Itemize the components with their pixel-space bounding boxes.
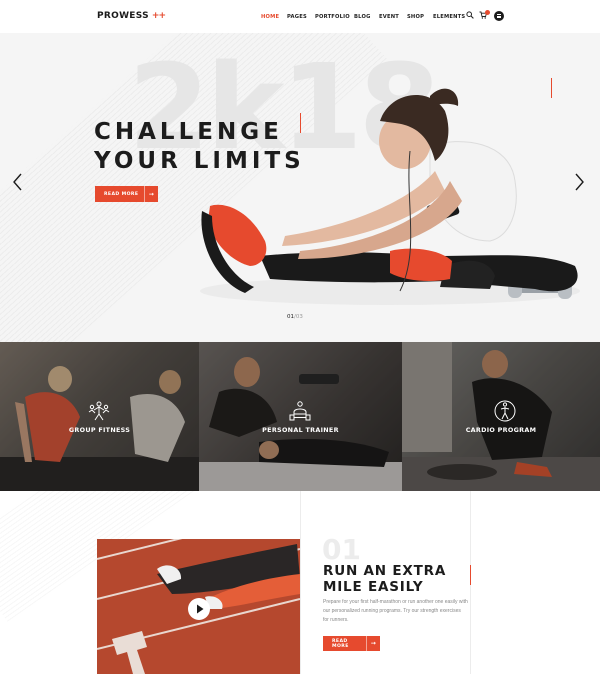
chevron-left-icon[interactable] — [11, 171, 25, 193]
feature-number: 01 — [322, 533, 361, 566]
service-label-group-fitness: GROUP FITNESS — [68, 426, 131, 434]
nav-item-elements[interactable]: ELEMENTS — [433, 14, 465, 20]
logo-mark: ++ — [151, 11, 166, 21]
nav-item-blog[interactable]: BLOG — [354, 14, 371, 20]
logo-text: PROWESS — [97, 11, 149, 21]
nav-item-event[interactable]: EVENT — [379, 14, 399, 20]
cardio-program-icon — [494, 400, 516, 422]
nav-item-pages[interactable]: PAGES — [287, 14, 307, 20]
service-label-cardio-program: CARDIO PROGRAM — [465, 426, 537, 434]
arrow-right-icon: → — [144, 186, 158, 202]
nav-item-home[interactable]: HOME — [261, 14, 279, 20]
service-card-cardio-program[interactable]: CARDIO PROGRAM — [402, 342, 600, 491]
feature-read-more-label: READ MORE — [332, 638, 349, 649]
hero-slider: 2k18 CHALLENGE YOUR LIMITS READ MORE → 0… — [0, 33, 600, 342]
group-fitness-icon — [88, 401, 110, 421]
service-card-personal-trainer[interactable]: PERSONAL TRAINER — [199, 342, 402, 491]
hero-read-more-button[interactable]: READ MORE → — [95, 186, 158, 202]
feature-section: 01 RUN AN EXTRA MILE EASILY Prepare for … — [0, 491, 600, 674]
nav-item-portfolio[interactable]: PORTFOLIO — [315, 14, 350, 20]
play-icon[interactable] — [188, 598, 210, 620]
services-strip: GROUP FITNESS PERSONAL TRAINER CARDIO PR… — [0, 342, 600, 491]
feature-title-line-2: MILE EASILY — [323, 579, 424, 595]
feature-description: Prepare for your first half-marathon or … — [323, 599, 468, 623]
service-card-group-fitness[interactable]: GROUP FITNESS — [0, 342, 199, 491]
hero-title-line-1: CHALLENGE — [94, 119, 283, 145]
feature-divider — [300, 491, 301, 674]
site-header: PROWESS ++ HOME PAGES PORTFOLIO BLOG EVE… — [0, 0, 600, 33]
slide-counter-total: /03 — [294, 314, 303, 320]
search-icon[interactable] — [466, 11, 474, 19]
hero-athlete-image — [200, 88, 580, 305]
feature-accent-line — [470, 565, 471, 585]
chevron-right-icon[interactable] — [572, 171, 586, 193]
service-label-personal-trainer: PERSONAL TRAINER — [262, 426, 339, 434]
hero-read-more-label: READ MORE — [104, 191, 139, 197]
nav-item-shop[interactable]: SHOP — [407, 14, 424, 20]
hero-title-line-2: YOUR LIMITS — [94, 148, 305, 174]
cart-badge — [485, 10, 490, 15]
personal-trainer-icon — [289, 401, 311, 421]
feature-title-line-1: RUN AN EXTRA — [323, 563, 447, 579]
menu-icon[interactable] — [494, 11, 504, 21]
feature-title: RUN AN EXTRA MILE EASILY — [323, 563, 446, 595]
arrow-right-icon: → — [366, 635, 380, 652]
hero-title: CHALLENGE YOUR LIMITS — [94, 118, 305, 176]
logo[interactable]: PROWESS ++ — [97, 11, 166, 21]
slide-counter: 01/03 — [287, 314, 303, 320]
slide-counter-current: 01 — [287, 314, 294, 320]
feature-read-more-button[interactable]: READ MORE → — [323, 635, 380, 652]
